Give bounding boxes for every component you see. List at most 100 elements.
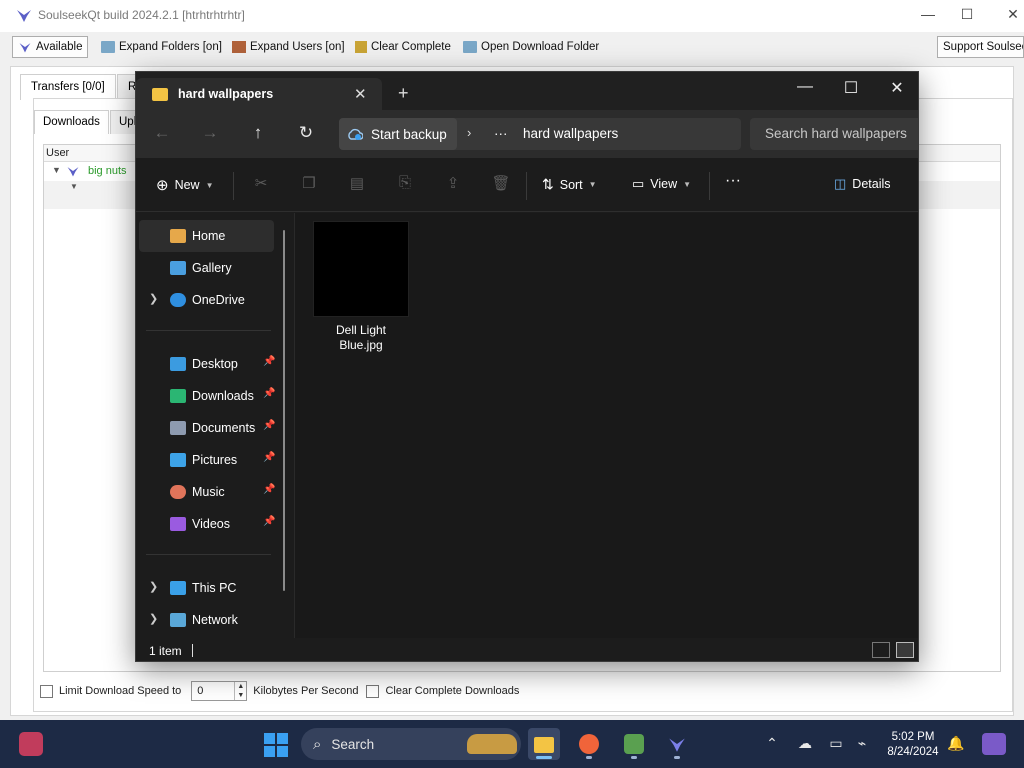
clear-complete-button[interactable]: Clear Complete <box>355 36 451 58</box>
pin-icon[interactable]: 📌 <box>263 388 275 399</box>
chevron-right-icon[interactable]: ❯ <box>149 612 158 625</box>
paste-icon[interactable]: ▤ <box>347 174 367 194</box>
tab-downloads[interactable]: Downloads <box>34 110 109 134</box>
explorer-tab-title: hard wallpapers <box>178 87 274 101</box>
app-icon <box>624 734 644 754</box>
sidebar-item-this-pc[interactable]: ❯ This PC <box>139 572 274 604</box>
pin-icon[interactable]: 📌 <box>263 452 275 463</box>
cut-icon[interactable]: ✂ <box>251 174 271 194</box>
desktop-icon <box>170 357 186 371</box>
notification-bell-icon[interactable]: 🔔 <box>946 735 966 752</box>
chevron-up-icon[interactable]: ⌃ <box>762 735 782 752</box>
soulseek-taskbar-button[interactable] <box>661 728 693 760</box>
pin-icon[interactable]: 📌 <box>263 484 275 495</box>
limit-speed-checkbox[interactable] <box>40 684 53 698</box>
expand-folders-button[interactable]: Expand Folders [on] <box>101 36 222 58</box>
view-button[interactable]: ▭ View ▼ <box>632 176 691 192</box>
running-indicator <box>674 756 680 759</box>
explorer-titlebar[interactable]: hard wallpapers ✕ + — ☐ ✕ <box>136 72 918 110</box>
up-arrow-icon[interactable]: ↑ <box>248 123 268 143</box>
search-input[interactable]: Search hard wallpapers <box>750 118 918 150</box>
close-tab-icon[interactable]: ✕ <box>354 85 367 103</box>
search-placeholder: Search hard wallpapers <box>765 126 907 141</box>
network-status-icon[interactable]: ⌁ <box>852 735 872 752</box>
navigation-pane[interactable]: Home Gallery ❯ OneDrive Desktop 📌 Downlo… <box>136 213 293 638</box>
image-thumbnail[interactable] <box>313 221 409 317</box>
details-button[interactable]: ◫ Details <box>834 176 891 192</box>
delete-icon[interactable]: 🗑 <box>491 174 511 194</box>
breadcrumb-start-backup[interactable]: Start backup <box>339 118 457 150</box>
start-button[interactable] <box>264 733 288 757</box>
more-options-button[interactable]: ··· <box>725 172 741 190</box>
firefox-taskbar-button[interactable] <box>573 728 605 760</box>
folder-icon <box>152 87 168 101</box>
new-tab-icon[interactable]: + <box>398 83 409 104</box>
chevron-right-icon[interactable]: ❯ <box>149 580 158 593</box>
share-icon[interactable]: ⇪ <box>443 174 463 194</box>
file-explorer-taskbar-button[interactable] <box>528 728 560 760</box>
chevron-right-icon[interactable]: › <box>467 125 471 140</box>
file-item[interactable]: Dell Light Blue.jpg <box>313 221 409 353</box>
rename-icon[interactable]: ⎘ <box>395 174 415 194</box>
display-icon[interactable]: ▭ <box>826 735 846 752</box>
sort-button[interactable]: ⇅ Sort ▼ <box>542 176 597 193</box>
clock[interactable]: 5:02 PM 8/24/2024 <box>878 730 948 760</box>
explorer-minimize-button[interactable]: — <box>793 78 817 96</box>
breadcrumb-current[interactable]: hard wallpapers <box>523 126 618 141</box>
column-user-label: User <box>46 147 70 159</box>
soulseek-window-title: SoulseekQt build 2024.2.1 [htrhtrhtrhtr] <box>38 8 245 22</box>
explorer-close-button[interactable]: ✕ <box>885 78 909 98</box>
address-input[interactable]: Start backup › ··· hard wallpapers <box>339 118 741 150</box>
clock-date: 8/24/2024 <box>887 746 939 758</box>
soulseek-close-button[interactable]: ✕ <box>1003 6 1023 23</box>
pin-icon[interactable]: 📌 <box>263 420 275 431</box>
back-arrow-icon[interactable]: ← <box>152 123 172 143</box>
sidebar-item-music[interactable]: Music 📌 <box>139 476 275 508</box>
pin-icon[interactable]: 📌 <box>263 356 275 367</box>
details-view-icon[interactable] <box>872 642 890 658</box>
sidebar-item-pictures[interactable]: Pictures 📌 <box>139 444 275 476</box>
soulseek-titlebar[interactable]: SoulseekQt build 2024.2.1 [htrhtrhtrhtr]… <box>0 0 1024 32</box>
sidebar-item-gallery[interactable]: Gallery <box>139 252 274 284</box>
collapse-arrow-icon[interactable]: ▼ <box>70 182 78 191</box>
large-icons-view-icon[interactable] <box>896 642 914 658</box>
explorer-tab[interactable]: hard wallpapers <box>136 78 382 110</box>
sidebar-item-onedrive[interactable]: ❯ OneDrive <box>139 284 274 316</box>
preview-app-icon[interactable] <box>982 733 1006 755</box>
cloud-icon <box>170 293 186 307</box>
explorer-maximize-button[interactable]: ☐ <box>839 78 863 98</box>
sidebar-item-videos[interactable]: Videos 📌 <box>139 508 275 540</box>
breadcrumb-more[interactable]: ··· <box>494 126 508 141</box>
tab-transfers-label: Transfers [0/0] <box>31 81 105 93</box>
pin-icon[interactable]: 📌 <box>263 516 275 527</box>
open-download-folder-button[interactable]: Open Download Folder <box>463 36 599 58</box>
sidebar-item-home[interactable]: Home <box>139 220 274 252</box>
soulseek-maximize-button[interactable]: ☐ <box>957 6 977 23</box>
taskbar-search[interactable]: ⌕ Search <box>301 728 521 760</box>
clear-complete-downloads-checkbox[interactable] <box>366 684 380 698</box>
soulseek-bird-icon <box>19 43 31 53</box>
app-taskbar-button[interactable] <box>618 728 650 760</box>
refresh-icon[interactable]: ↻ <box>296 123 316 143</box>
tab-transfers[interactable]: Transfers [0/0] <box>20 74 116 100</box>
new-button[interactable]: ⊕ New ▼ <box>156 176 214 194</box>
soulseek-minimize-button[interactable]: — <box>918 6 938 22</box>
sidebar-item-network[interactable]: ❯ Network <box>139 604 274 636</box>
copy-icon[interactable]: ❐ <box>299 174 319 194</box>
stepper-arrows-icon[interactable]: ▲ ▼ <box>234 682 246 700</box>
sidebar-item-documents[interactable]: Documents 📌 <box>139 412 275 444</box>
support-soulseek-button[interactable]: Support Soulseek <box>937 36 1024 58</box>
sidebar-item-downloads[interactable]: Downloads 📌 <box>139 380 275 412</box>
sidebar-scrollbar[interactable] <box>283 230 285 591</box>
collapse-arrow-icon[interactable]: ▼ <box>52 165 61 175</box>
expand-users-button[interactable]: Expand Users [on] <box>232 36 345 58</box>
file-list-area[interactable]: Dell Light Blue.jpg <box>294 213 918 638</box>
available-status-button[interactable]: Available <box>12 36 89 58</box>
sidebar-item-label: OneDrive <box>192 293 245 307</box>
forward-arrow-icon[interactable]: → <box>200 123 220 143</box>
speed-limit-stepper[interactable]: 0 ▲ ▼ <box>191 681 248 701</box>
sidebar-item-desktop[interactable]: Desktop 📌 <box>139 348 275 380</box>
onedrive-status-icon[interactable]: ☁ <box>795 735 815 752</box>
widgets-app-icon[interactable] <box>19 732 43 756</box>
chevron-right-icon[interactable]: ❯ <box>149 292 158 305</box>
